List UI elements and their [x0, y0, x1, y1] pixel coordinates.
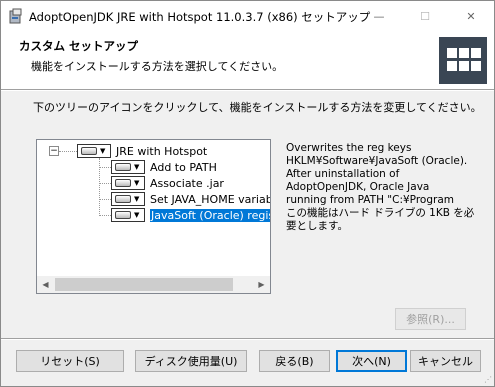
installer-icon — [8, 8, 24, 24]
cancel-button[interactable]: キャンセル — [410, 350, 481, 372]
tree-item-java-home[interactable]: ▼ Set JAVA_HOME variable — [111, 191, 270, 207]
chevron-down-icon: ▼ — [134, 179, 140, 187]
hard-drive-icon — [81, 147, 97, 155]
scroll-left-icon[interactable]: ◀ — [37, 276, 54, 293]
chevron-down-icon: ▼ — [100, 147, 106, 155]
maximize-icon: ☐ — [420, 9, 430, 23]
description-line: この機能はハード ドライブの 1KB を必 — [286, 207, 475, 219]
tree-connector — [99, 215, 111, 216]
chevron-down-icon: ▼ — [134, 195, 140, 203]
hard-drive-icon — [115, 163, 131, 171]
header-banner: カスタム セットアップ 機能をインストールする方法を選択してください。 — [1, 31, 494, 89]
minimize-icon: — — [373, 9, 385, 23]
install-state-dropdown[interactable]: ▼ — [77, 144, 111, 158]
tree-connector — [59, 151, 77, 152]
tree-root-label: JRE with Hotspot — [116, 144, 208, 158]
tree-root-item[interactable]: ▼ JRE with Hotspot — [77, 143, 207, 159]
window-title: AdoptOpenJDK JRE with Hotspot 11.0.3.7 (… — [29, 10, 371, 24]
feature-description: Overwrites the reg keys HKLM¥Software¥Ja… — [286, 142, 475, 233]
install-state-dropdown[interactable]: ▼ — [111, 176, 145, 190]
tree-item-label: Associate .jar — [150, 176, 224, 190]
tree-connector — [99, 183, 111, 184]
feature-tree[interactable]: − ▼ JRE with Hotspot ▼ Add to PATH ▼ Ass… — [36, 139, 271, 294]
tree-item-javasoft-registry[interactable]: ▼ JavaSoft (Oracle) registry keys — [111, 207, 270, 223]
hard-drive-icon — [115, 195, 131, 203]
resize-grip-icon[interactable]: ⋰ — [484, 375, 492, 384]
horizontal-scrollbar[interactable]: ◀ ▶ — [37, 276, 270, 293]
description-line: Overwrites the reg keys — [286, 142, 412, 154]
tree-connector — [99, 199, 111, 200]
description-line: After uninstallation of — [286, 168, 400, 180]
minimize-button[interactable]: — — [356, 1, 402, 31]
browse-button[interactable]: 参照(R)... — [395, 308, 466, 330]
maximize-button[interactable]: ☐ — [402, 1, 448, 31]
tree-item-label: Add to PATH — [150, 160, 217, 174]
install-state-dropdown[interactable]: ▼ — [111, 192, 145, 206]
chevron-down-icon: ▼ — [134, 211, 140, 219]
next-button[interactable]: 次へ(N) — [336, 350, 407, 372]
chevron-down-icon: ▼ — [134, 163, 140, 171]
tree-item-add-to-path[interactable]: ▼ Add to PATH — [111, 159, 217, 175]
tree-item-associate-jar[interactable]: ▼ Associate .jar — [111, 175, 224, 191]
footer-divider — [1, 338, 494, 340]
tree-item-label: Set JAVA_HOME variable — [150, 192, 270, 206]
page-description: 機能をインストールする方法を選択してください。 — [31, 60, 284, 73]
header-divider — [1, 89, 494, 91]
back-button[interactable]: 戻る(B) — [259, 350, 330, 372]
description-line: running from PATH "C:¥Program — [286, 194, 454, 206]
setup-logo — [439, 37, 487, 84]
tree-connector — [99, 167, 111, 168]
collapse-icon[interactable]: − — [49, 146, 59, 156]
install-state-dropdown[interactable]: ▼ — [111, 208, 145, 222]
page-title: カスタム セットアップ — [19, 39, 139, 53]
feature-tree-view: − ▼ JRE with Hotspot ▼ Add to PATH ▼ Ass… — [37, 140, 270, 276]
scroll-right-icon[interactable]: ▶ — [253, 276, 270, 293]
tree-item-label-selected: JavaSoft (Oracle) registry keys — [150, 208, 270, 222]
description-line: HKLM¥Software¥JavaSoft (Oracle). — [286, 155, 468, 167]
install-state-dropdown[interactable]: ▼ — [111, 160, 145, 174]
description-line: AdoptOpenJDK, Oracle Java — [286, 181, 430, 193]
close-icon: ✕ — [466, 9, 476, 23]
reset-button[interactable]: リセット(S) — [16, 350, 124, 372]
setup-window: AdoptOpenJDK JRE with Hotspot 11.0.3.7 (… — [0, 0, 495, 387]
close-button[interactable]: ✕ — [448, 1, 494, 31]
title-bar: AdoptOpenJDK JRE with Hotspot 11.0.3.7 (… — [1, 1, 494, 31]
instruction-text: 下のツリーのアイコンをクリックして、機能をインストールする方法を変更してください… — [33, 101, 482, 114]
description-line: 要とします。 — [286, 220, 348, 232]
disk-usage-button[interactable]: ディスク使用量(U) — [135, 350, 247, 372]
hard-drive-icon — [115, 211, 131, 219]
hard-drive-icon — [115, 179, 131, 187]
scrollbar-thumb[interactable] — [55, 278, 233, 291]
